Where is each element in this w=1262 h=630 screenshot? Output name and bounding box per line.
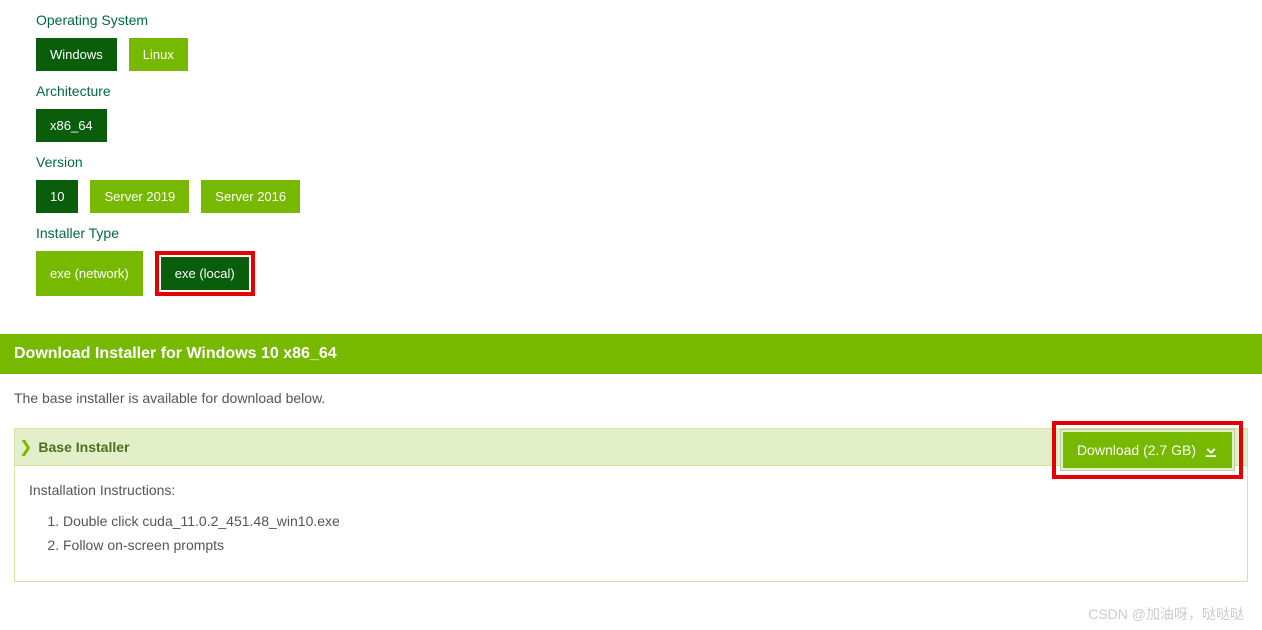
os-linux-button[interactable]: Linux bbox=[129, 38, 188, 71]
base-installer-title: Base Installer bbox=[38, 439, 129, 455]
download-button[interactable]: Download (2.7 GB) bbox=[1063, 432, 1232, 468]
list-item: Follow on-screen prompts bbox=[63, 536, 1233, 556]
os-row: Windows Linux bbox=[36, 38, 1226, 71]
installer-network-button[interactable]: exe (network) bbox=[36, 251, 143, 296]
arch-row: x86_64 bbox=[36, 109, 1226, 142]
os-windows-button[interactable]: Windows bbox=[36, 38, 117, 71]
highlight-exe-local: exe (local) bbox=[155, 251, 255, 296]
arch-x86-button[interactable]: x86_64 bbox=[36, 109, 107, 142]
list-item: Double click cuda_11.0.2_451.48_win10.ex… bbox=[63, 512, 1233, 532]
version-row: 10 Server 2019 Server 2016 bbox=[36, 180, 1226, 213]
base-installer-row[interactable]: ❯ Base Installer Download (2.7 GB) bbox=[14, 428, 1248, 466]
watermark: CSDN @加油呀，哒哒哒 bbox=[1088, 604, 1244, 624]
instructions-box: Installation Instructions: Double click … bbox=[14, 466, 1248, 582]
instructions-title: Installation Instructions: bbox=[29, 482, 1233, 498]
instructions-list: Double click cuda_11.0.2_451.48_win10.ex… bbox=[29, 512, 1233, 555]
download-intro: The base installer is available for down… bbox=[14, 374, 1248, 428]
arch-label: Architecture bbox=[36, 83, 1226, 99]
download-button-label: Download (2.7 GB) bbox=[1077, 442, 1196, 458]
chevron-right-icon: ❯ bbox=[19, 437, 32, 457]
os-label: Operating System bbox=[36, 12, 1226, 28]
version-10-button[interactable]: 10 bbox=[36, 180, 78, 213]
download-header: Download Installer for Windows 10 x86_64 bbox=[0, 334, 1262, 374]
version-server2016-button[interactable]: Server 2016 bbox=[201, 180, 300, 213]
highlight-download: Download (2.7 GB) bbox=[1052, 421, 1243, 479]
download-btn-border: Download (2.7 GB) bbox=[1060, 429, 1235, 471]
download-icon bbox=[1204, 443, 1218, 457]
installer-local-button[interactable]: exe (local) bbox=[161, 257, 249, 290]
installer-row: exe (network) exe (local) bbox=[36, 251, 1226, 296]
installer-left: ❯ Base Installer bbox=[19, 437, 129, 457]
installer-label: Installer Type bbox=[36, 225, 1226, 241]
version-label: Version bbox=[36, 154, 1226, 170]
version-server2019-button[interactable]: Server 2019 bbox=[90, 180, 189, 213]
